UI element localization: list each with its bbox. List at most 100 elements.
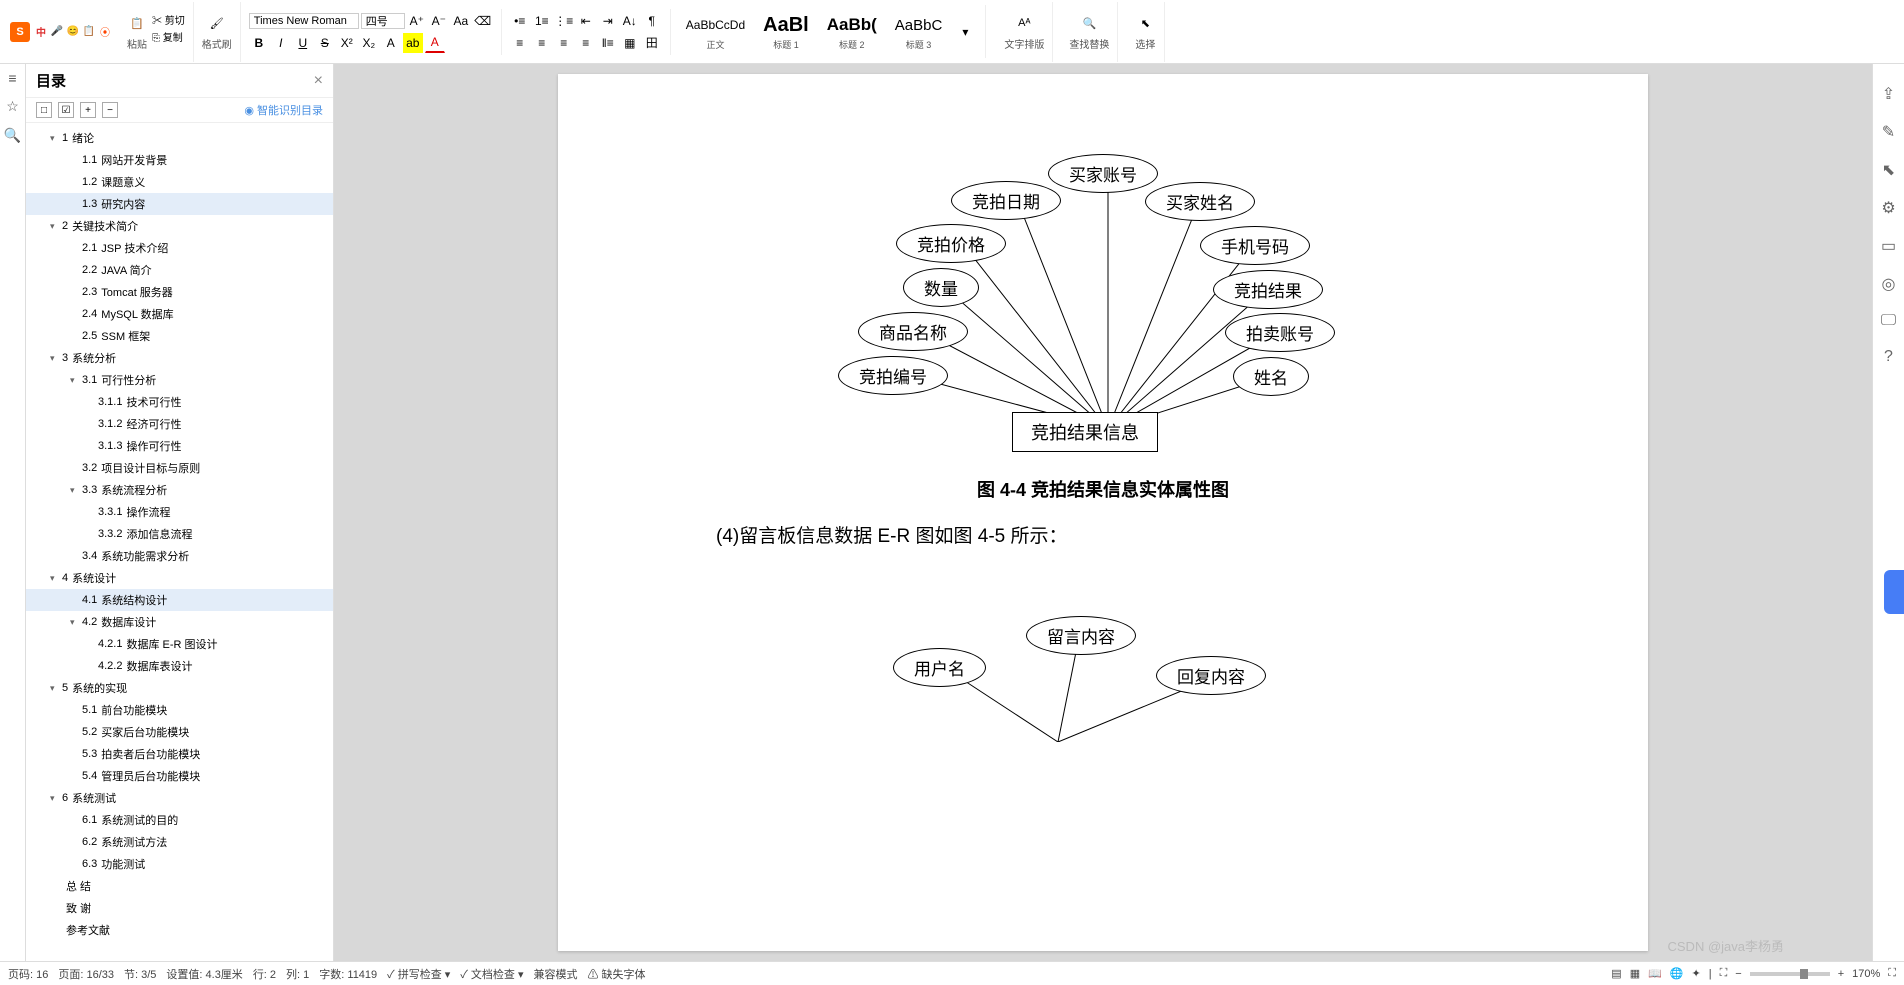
emoji-icon[interactable]: 😊 (66, 25, 80, 39)
outline-item[interactable]: 3.4系统功能需求分析 (26, 545, 333, 567)
text-effect-button[interactable]: A (381, 33, 401, 53)
increase-font-button[interactable]: A⁺ (407, 11, 427, 31)
outline-item[interactable]: ▾5系统的实现 (26, 677, 333, 699)
multilevel-button[interactable]: ⋮≡ (554, 11, 574, 31)
view-outline-icon[interactable]: ▦ (1630, 967, 1640, 980)
show-marks-button[interactable]: ¶ (642, 11, 662, 31)
document-area[interactable]: 竞拍编号 商品名称 数量 竞拍价格 竞拍日期 买家账号 买家姓名 手机号码 竞拍… (334, 64, 1872, 961)
align-center-button[interactable]: ≡ (532, 33, 552, 53)
view-focus-icon[interactable]: ✦ (1692, 967, 1701, 980)
outline-item[interactable]: 5.3拍卖者后台功能模块 (26, 743, 333, 765)
text-layout-button[interactable]: Aᴬ (1013, 12, 1035, 34)
outline-item[interactable]: 3.1.2经济可行性 (26, 413, 333, 435)
underline-button[interactable]: U (293, 33, 313, 53)
view-print-icon[interactable]: ▤ (1611, 967, 1621, 980)
outline-item[interactable]: ▾3.3系统流程分析 (26, 479, 333, 501)
align-right-button[interactable]: ≡ (554, 33, 574, 53)
outline-item[interactable]: 参考文献 (26, 919, 333, 941)
align-justify-button[interactable]: ≡ (576, 33, 596, 53)
app-logo[interactable]: S (10, 22, 30, 42)
outline-tool-4[interactable]: − (102, 102, 118, 118)
pen-icon[interactable]: ✎ (1882, 122, 1895, 142)
paste-button[interactable]: 📋 (126, 12, 148, 34)
screen-icon[interactable]: ▭ (1881, 236, 1896, 256)
bookmark-tab-icon[interactable]: ☆ (6, 98, 19, 115)
outline-item[interactable]: 4.1系统结构设计 (26, 589, 333, 611)
cut-button[interactable]: ✂ 剪切 (152, 12, 185, 27)
outline-item[interactable]: ▾4.2数据库设计 (26, 611, 333, 633)
location-icon[interactable]: ◎ (1882, 274, 1896, 294)
case-button[interactable]: Aa (451, 11, 471, 31)
chevron-down-icon[interactable]: ▾ (50, 573, 62, 584)
increase-indent-button[interactable]: ⇥ (598, 11, 618, 31)
float-assistant[interactable] (1884, 570, 1904, 614)
superscript-button[interactable]: X² (337, 33, 357, 53)
cursor-icon[interactable]: ⬉ (1882, 160, 1895, 180)
status-words[interactable]: 字数: 11419 (319, 966, 377, 982)
status-page-number[interactable]: 页码: 16 (8, 966, 48, 982)
search-tab-icon[interactable]: 🔍 (4, 127, 21, 144)
view-read-icon[interactable]: 📖 (1648, 967, 1662, 980)
decrease-indent-button[interactable]: ⇤ (576, 11, 596, 31)
outline-item[interactable]: 3.3.1操作流程 (26, 501, 333, 523)
bullets-button[interactable]: •≡ (510, 11, 530, 31)
chevron-down-icon[interactable]: ▾ (50, 683, 62, 694)
outline-item[interactable]: 5.4管理员后台功能模块 (26, 765, 333, 787)
outline-item[interactable]: 1.2课题意义 (26, 171, 333, 193)
outline-item[interactable]: 1.3研究内容 (26, 193, 333, 215)
line-spacing-button[interactable]: ‖≡ (598, 33, 618, 53)
outline-item[interactable]: 2.5SSM 框架 (26, 325, 333, 347)
chevron-down-icon[interactable]: ▾ (70, 617, 82, 628)
outline-item[interactable]: 5.1前台功能模块 (26, 699, 333, 721)
chevron-down-icon[interactable]: ▾ (70, 485, 82, 496)
status-setting[interactable]: 设置值: 4.3厘米 (166, 966, 242, 982)
zoom-percent[interactable]: 170% (1852, 968, 1880, 980)
monitor-icon[interactable]: 🖵 (1881, 312, 1896, 330)
fullscreen-icon[interactable]: ⛶ (1888, 967, 1896, 980)
outline-item[interactable]: 3.2项目设计目标与原则 (26, 457, 333, 479)
outline-tool-1[interactable]: □ (36, 102, 52, 118)
rocket-icon[interactable]: ⇪ (1882, 84, 1895, 104)
style-item[interactable]: AaBbC标题 3 (890, 9, 948, 54)
status-spell[interactable]: ✓ 拼写检查 ▾ (387, 966, 450, 982)
outline-item[interactable]: 2.3Tomcat 服务器 (26, 281, 333, 303)
status-col[interactable]: 列: 1 (286, 966, 309, 982)
status-page-of[interactable]: 页面: 16/33 (58, 966, 114, 982)
style-item[interactable]: AaBbCcDd正文 (681, 9, 750, 54)
shading-button[interactable]: ▦ (620, 33, 640, 53)
numbering-button[interactable]: 1≡ (532, 11, 552, 31)
outline-item[interactable]: 4.2.1数据库 E-R 图设计 (26, 633, 333, 655)
outline-item[interactable]: 3.1.1技术可行性 (26, 391, 333, 413)
status-missing-font[interactable]: ⚠ 缺失字体 (587, 966, 645, 982)
outline-item[interactable]: 6.2系统测试方法 (26, 831, 333, 853)
outline-item[interactable]: 3.1.3操作可行性 (26, 435, 333, 457)
strike-button[interactable]: S (315, 33, 335, 53)
mic-icon[interactable]: 🎤 (50, 25, 64, 39)
styles-more-button[interactable]: ▾ (955, 22, 975, 42)
help-icon[interactable]: ? (1884, 348, 1893, 366)
chevron-down-icon[interactable]: ▾ (50, 133, 62, 144)
chevron-down-icon[interactable]: ▾ (50, 353, 62, 364)
status-line[interactable]: 行: 2 (253, 966, 276, 982)
outline-item[interactable]: 6.1系统测试的目的 (26, 809, 333, 831)
zoom-out-button[interactable]: − (1735, 968, 1741, 980)
format-painter-button[interactable]: 🖌 (206, 12, 228, 34)
outline-item[interactable]: ▾2关键技术简介 (26, 215, 333, 237)
chevron-down-icon[interactable]: ▾ (50, 221, 62, 232)
italic-button[interactable]: I (271, 33, 291, 53)
outline-item[interactable]: 3.3.2添加信息流程 (26, 523, 333, 545)
style-item[interactable]: AaBl标题 1 (758, 9, 814, 54)
font-size-select[interactable] (361, 13, 405, 29)
chevron-down-icon[interactable]: ▾ (50, 793, 62, 804)
outline-item[interactable]: ▾3.1可行性分析 (26, 369, 333, 391)
status-compat[interactable]: 兼容模式 (533, 966, 577, 982)
status-doc-check[interactable]: ✓ 文档检查 ▾ (460, 966, 523, 982)
zoom-in-button[interactable]: + (1838, 968, 1844, 980)
find-replace-button[interactable]: 🔍 (1078, 12, 1100, 34)
select-button[interactable]: ⬉ (1134, 12, 1156, 34)
clip-icon[interactable]: 📋 (82, 25, 96, 39)
ime-lang[interactable]: 中 (34, 25, 48, 39)
outline-tool-2[interactable]: ☑ (58, 102, 74, 118)
outline-item[interactable]: ▾4系统设计 (26, 567, 333, 589)
decrease-font-button[interactable]: A⁻ (429, 11, 449, 31)
